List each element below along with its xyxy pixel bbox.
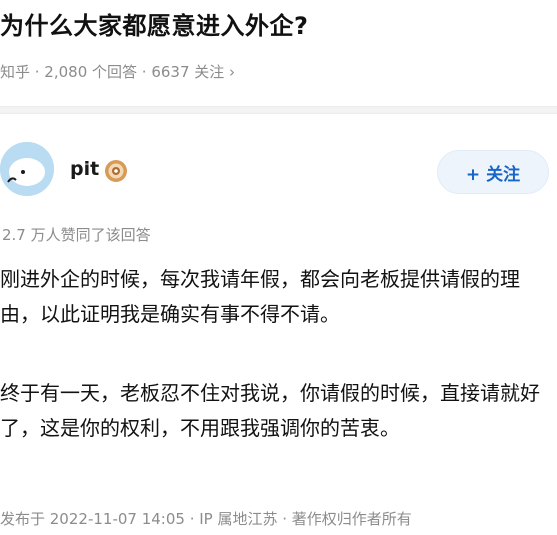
- answer-paragraph-2: 终于有一天，老板忍不住对我说，你请假的时候，直接请就好了，这是你的权利，不用跟我…: [0, 381, 540, 440]
- question-meta[interactable]: 知乎 · 2,080 个回答 · 6637 关注 ›: [0, 61, 235, 82]
- gold-badge-icon: [105, 160, 127, 182]
- answer-paragraph-1: 刚进外企的时候，每次我请年假，都会向老板提供请假的理由，以此证明我是确实有事不得…: [0, 267, 520, 326]
- avatar-icon: [0, 142, 54, 196]
- follow-button[interactable]: + 关注: [437, 150, 549, 194]
- question-title[interactable]: 为什么大家都愿意进入外企?: [0, 6, 557, 41]
- answer-footer-meta: 发布于 2022-11-07 14:05 · IP 属地江苏 · 著作权归作者所…: [0, 510, 412, 528]
- answer-page: 为什么大家都愿意进入外企? 知乎 · 2,080 个回答 · 6637 关注 ›…: [0, 0, 557, 535]
- author-name[interactable]: pit: [70, 158, 99, 180]
- author-avatar[interactable]: [0, 142, 54, 196]
- upvote-count[interactable]: 2.7 万人赞同了该回答: [2, 224, 151, 245]
- section-divider: [0, 106, 557, 114]
